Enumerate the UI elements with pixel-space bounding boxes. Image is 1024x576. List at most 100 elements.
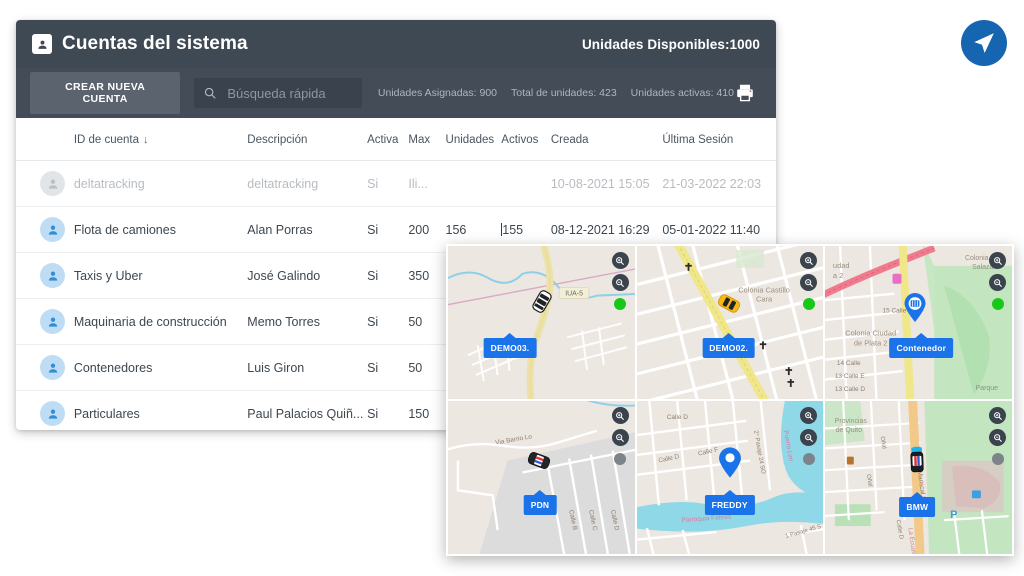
toolbar-stats: Unidades Asignadas: 900 Total de unidade…: [378, 87, 734, 99]
car-police-icon[interactable]: [524, 446, 554, 481]
map-cell-demo03[interactable]: IUA-5 DEMO03.: [448, 246, 635, 399]
cell-activa: Si: [367, 298, 409, 345]
status-dot: [802, 298, 815, 310]
row-avatar-cell: [16, 344, 74, 391]
cell-max: 50: [408, 344, 446, 391]
th-account-id-label: ID de cuenta: [73, 134, 140, 146]
map-cell-freddy[interactable]: Parroquia Fabres Puerto Lim 2° Pasaje 24…: [636, 401, 824, 554]
zoom-out-icon[interactable]: [611, 274, 629, 291]
svg-text:de Quito: de Quito: [836, 427, 862, 434]
map-label-pdn[interactable]: PDN: [523, 495, 557, 515]
zoom-out-icon[interactable]: [989, 429, 1006, 446]
table-header-row: ID de cuenta ↓ Descripción Activa Max Uni…: [16, 118, 776, 161]
zoom-out-icon[interactable]: [800, 274, 818, 291]
map-controls: [611, 252, 629, 310]
svg-text:a 2: a 2: [833, 271, 843, 280]
avatar: [40, 355, 65, 380]
cell-activa: Si: [367, 344, 409, 391]
map-label-bmw[interactable]: BMW: [899, 497, 936, 517]
zoom-in-icon[interactable]: [800, 407, 818, 424]
th-unidades[interactable]: Unidades: [445, 118, 502, 161]
cell-activa: Si: [367, 160, 409, 207]
stat-total-units: Total de unidades: 423: [511, 87, 617, 99]
map-cell-bmw[interactable]: Provincias de Quito Oñal Oñal Av. Marisc…: [825, 401, 1012, 554]
page-title: Cuentas del sistema: [62, 33, 248, 54]
table-row[interactable]: deltatracking deltatracking Si Ili... 10…: [16, 160, 776, 207]
cell-account-id: Taxis y Uber: [73, 252, 248, 299]
map-controls: [611, 407, 629, 465]
zoom-in-icon[interactable]: [611, 252, 629, 269]
map-label-demo03[interactable]: DEMO03.: [483, 338, 537, 358]
map-controls: [989, 252, 1006, 310]
contact-card-icon: [32, 34, 52, 54]
zoom-out-icon[interactable]: [989, 274, 1006, 291]
zoom-in-icon[interactable]: [989, 407, 1006, 424]
cell-max: 150: [408, 390, 446, 430]
th-activos[interactable]: Activos: [501, 118, 551, 161]
map-label-freddy[interactable]: FREDDY: [704, 495, 755, 515]
map-label-demo02[interactable]: DEMO02.: [702, 338, 756, 358]
map-pin-icon[interactable]: [717, 447, 742, 479]
row-avatar-cell: [16, 160, 74, 207]
cell-activa: Si: [367, 390, 409, 430]
cell-account-id: Particulares: [73, 390, 248, 430]
cell-unidades: [445, 160, 502, 207]
map-cell-contenedor[interactable]: udad a 2 Colonia Ciudad de Plata 2 Colon…: [825, 246, 1012, 399]
map-cell-pdn[interactable]: Via Barrio Lo Calle B Calle C Calle D PD…: [448, 401, 635, 554]
car-yellow-icon[interactable]: [714, 289, 744, 324]
svg-text:Cara: Cara: [756, 295, 773, 304]
svg-text:13 Calle E: 13 Calle E: [835, 373, 865, 380]
cell-activos: [501, 160, 551, 207]
map-controls: [800, 407, 818, 465]
cell-description: Luis Giron: [247, 344, 368, 391]
status-dot: [614, 298, 627, 310]
zoom-out-icon[interactable]: [611, 429, 629, 446]
row-avatar-cell: [16, 206, 74, 253]
th-creada[interactable]: Creada: [550, 118, 663, 161]
cell-description: José Galindo: [247, 252, 368, 299]
cell-description: Alan Porras: [247, 206, 368, 253]
cell-description: Memo Torres: [247, 298, 368, 345]
search-box[interactable]: [194, 78, 362, 108]
cell-activa: Si: [367, 206, 409, 253]
paper-plane-icon: [971, 30, 997, 56]
card-toolbar: CREAR NUEVA CUENTA Unidades Asignadas: 9…: [16, 68, 776, 118]
brand-logo[interactable]: [961, 20, 1007, 66]
zoom-out-icon[interactable]: [800, 429, 818, 446]
cell-max: Ili...: [408, 160, 446, 207]
row-avatar-cell: [16, 252, 74, 299]
th-max[interactable]: Max: [408, 118, 446, 161]
avatar: [40, 171, 65, 196]
avatar: [40, 401, 65, 426]
card-header: Cuentas del sistema Unidades Disponibles…: [16, 20, 776, 68]
create-account-button[interactable]: CREAR NUEVA CUENTA: [30, 72, 181, 114]
printer-icon[interactable]: [734, 82, 756, 104]
zoom-in-icon[interactable]: [989, 252, 1006, 269]
search-input[interactable]: [225, 84, 353, 102]
th-description[interactable]: Descripción: [247, 118, 368, 161]
table-head: ID de cuenta ↓ Descripción Activa Max Uni…: [16, 118, 776, 161]
status-dot: [802, 453, 815, 465]
cell-activa: Si: [367, 252, 409, 299]
svg-text:Colonia Ciudad: Colonia Ciudad: [846, 328, 897, 337]
app-root: Cuentas del sistema Unidades Disponibles…: [0, 0, 1024, 576]
car-white-icon[interactable]: [527, 287, 557, 322]
cell-max: 350: [408, 252, 446, 299]
toolbar-right: [734, 82, 762, 104]
car-blue-icon[interactable]: [902, 445, 932, 482]
th-ultima-sesion[interactable]: Última Sesión: [662, 118, 776, 161]
container-pin-icon[interactable]: [903, 293, 927, 323]
th-activa[interactable]: Activa: [367, 118, 409, 161]
avatar: [40, 309, 65, 334]
zoom-in-icon[interactable]: [611, 407, 629, 424]
row-avatar-cell: [16, 298, 74, 345]
th-account-id[interactable]: ID de cuenta ↓: [73, 118, 248, 161]
map-cell-demo02[interactable]: Colonia Castillo Cara DEMO02.: [636, 246, 824, 399]
cell-max: 200: [408, 206, 446, 253]
status-dot: [614, 453, 627, 465]
zoom-in-icon[interactable]: [800, 252, 818, 269]
map-label-contenedor[interactable]: Contenedor: [889, 338, 954, 358]
cell-account-id: deltatracking: [73, 160, 248, 207]
map-controls: [800, 252, 818, 310]
svg-text:Calle D: Calle D: [666, 414, 687, 421]
